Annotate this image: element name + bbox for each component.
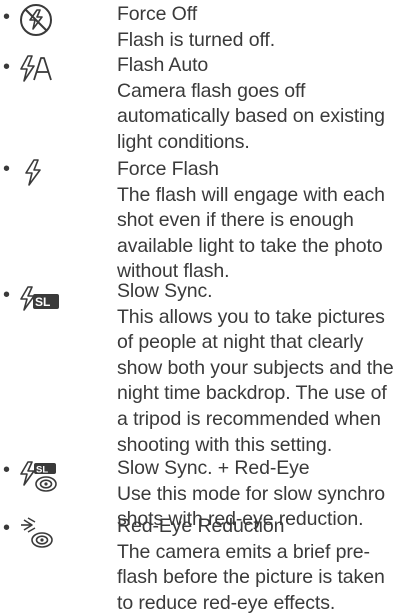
item-desc-line: night time backdrop. The use of [117, 382, 387, 405]
bullet: • [3, 459, 11, 481]
bullet: • [3, 284, 11, 306]
flash-mode-list: • Force Off Flash is turned off. • Flash… [0, 0, 398, 614]
item-desc-line: show both your subjects and the [117, 356, 394, 379]
item-desc-line: This allows you to take pictures [117, 305, 385, 328]
item-title: Red-Eye Reduction [117, 515, 285, 537]
bullet: • [3, 56, 11, 78]
svg-text:SL: SL [35, 295, 50, 309]
slow-sync-red-eye-icon: SL [18, 460, 58, 500]
item-desc-line: shot even if there is enough [117, 209, 354, 232]
item-desc-line: automatically based on existing [117, 105, 385, 128]
item-title: Flash Auto [117, 54, 209, 76]
svg-text:SL: SL [36, 465, 48, 476]
item-text: Red-Eye Reduction The camera emits a bri… [117, 514, 398, 616]
item-desc-line: light conditions. [117, 130, 250, 153]
item-text: Slow Sync. This allows you to take pictu… [117, 279, 398, 458]
item-desc-line: to reduce red-eye effects. [117, 591, 336, 614]
item-desc-line: flash before the picture is taken [117, 566, 385, 589]
item-desc-line: Camera flash goes off [117, 79, 306, 102]
flash-auto-icon [18, 53, 58, 93]
item-desc-line: Flash is turned off. [117, 28, 276, 51]
red-eye-reduction-icon [18, 516, 58, 556]
item-title: Slow Sync. + Red-Eye [117, 457, 310, 479]
item-desc-line: Use this mode for slow synchro [117, 482, 385, 505]
item-desc-line: The flash will engage with each [117, 183, 385, 206]
bullet: • [3, 158, 11, 180]
item-text: Flash Auto Camera flash goes off automat… [117, 53, 398, 155]
item-title: Force Off [117, 3, 198, 25]
bullet: • [3, 517, 11, 539]
item-desc-line: a tripod is recommended when [117, 407, 381, 430]
item-title: Force Flash [117, 158, 219, 180]
flash-off-icon [18, 2, 58, 42]
bullet: • [3, 6, 11, 28]
item-desc-line: of people at night that clearly [117, 331, 364, 354]
item-text: Force Off Flash is turned off. [117, 2, 398, 53]
slow-sync-icon: SL [18, 285, 59, 325]
item-desc-line: shooting with this setting. [117, 433, 333, 456]
item-text: Force Flash The flash will engage with e… [117, 157, 398, 285]
force-flash-icon [18, 157, 58, 197]
item-title: Slow Sync. [117, 280, 213, 302]
item-desc-line: The camera emits a brief pre- [117, 540, 370, 563]
item-desc-line: available light to take the photo [117, 234, 383, 257]
